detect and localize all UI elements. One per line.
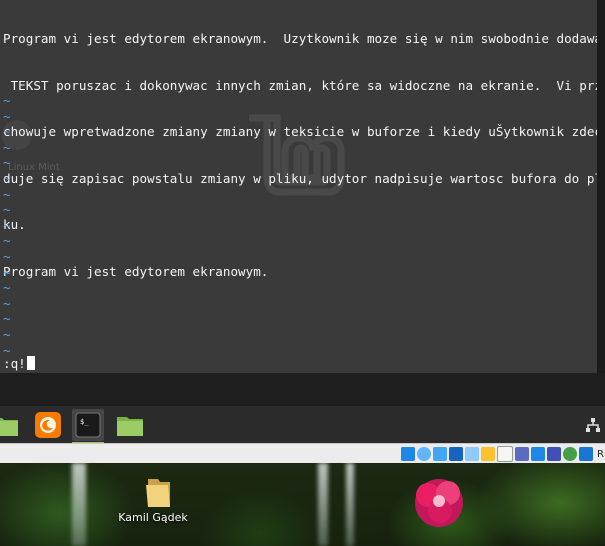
tilde-marker: ~ [3, 233, 11, 249]
usb-icon[interactable] [465, 447, 479, 461]
tilde-marker: ~ [3, 295, 11, 311]
wallpaper-waterfall [346, 463, 354, 546]
tilde-marker: ~ [3, 248, 11, 264]
terminal-icon-label: $_ [80, 418, 89, 426]
wallpaper-waterfall [72, 463, 86, 546]
text-cursor [26, 356, 35, 370]
tilde-marker: ~ [3, 202, 11, 218]
tilde-marker: ~ [3, 326, 11, 342]
taskbar-panel: $_ [0, 406, 605, 444]
down-arrow-icon[interactable] [579, 447, 593, 461]
tilde-marker: ~ [3, 93, 11, 108]
panel-terminal-button[interactable]: $_ [72, 409, 104, 444]
wallpaper-waterfall [318, 463, 328, 546]
text-line: Program vi jest edytorem ekranowym. [3, 263, 269, 279]
desktop-icon-label: Kamil Gądek [118, 511, 188, 524]
audio-icon[interactable] [433, 447, 447, 461]
tilde-marker: ~ [3, 311, 11, 327]
shared-folders-icon[interactable] [481, 447, 495, 461]
vi-text-buffer[interactable]: Program vi jest edytorem ekranowym. Uzyt… [3, 0, 597, 310]
display-icon[interactable] [497, 446, 513, 462]
tilde-marker: ~ [3, 155, 11, 171]
text-line: chowuje wpretwadzone zmiany zmiany w tek… [3, 124, 597, 139]
panel-folder-button[interactable] [0, 409, 22, 441]
tilde-marker: ~ [3, 124, 11, 140]
tilde-marker: ~ [3, 217, 11, 233]
text-line: duje się zapisac powstalu zmiany w pliku… [3, 170, 597, 186]
folder-icon [146, 479, 170, 507]
folder-icon [0, 418, 18, 436]
desktop-background-strip [0, 373, 605, 406]
desktop-wallpaper: Kamil Gądek [0, 463, 605, 546]
panel-firefox-button[interactable] [32, 409, 64, 441]
window-edge [597, 0, 605, 373]
tilde-marker: ~ [3, 264, 11, 280]
terminal-window[interactable]: Linux Mint Program vi jest edytorem ekra… [0, 0, 597, 373]
text-line: ku. [3, 217, 26, 232]
vrde-icon[interactable] [547, 447, 561, 461]
status-tray: Rig [401, 445, 605, 463]
terminal-icon: $_ [75, 412, 101, 438]
network-icon[interactable] [585, 417, 601, 433]
virtualbox-status-bar: Rig [0, 443, 605, 464]
command-text: :q! [3, 356, 26, 371]
firefox-icon [35, 412, 61, 438]
host-key-label: Rig [597, 448, 605, 460]
wallpaper-flower [415, 479, 463, 527]
green-arrow-icon[interactable] [563, 447, 577, 461]
tilde-marker: ~ [3, 108, 11, 124]
vi-command-line[interactable]: :q! [3, 356, 35, 372]
mouse-integration-icon[interactable] [531, 447, 545, 461]
hard-disk-icon[interactable] [401, 447, 415, 461]
tilde-marker: ~ [3, 170, 11, 186]
text-line: Program vi jest edytorem ekranowym. Uzyt… [3, 31, 597, 46]
folder-icon [117, 417, 143, 436]
desktop-icon-kamil[interactable]: Kamil Gądek [118, 475, 188, 524]
tilde-marker: ~ [3, 280, 11, 296]
tilde-marker: ~ [3, 139, 11, 155]
network-adapter-icon[interactable] [449, 447, 463, 461]
text-line: TEKST poruszac i dokonywac innych zmian,… [3, 77, 597, 93]
panel-files-button[interactable] [114, 409, 146, 441]
empty-line-markers: ~ ~ ~ ~ ~ ~ ~ ~ ~ ~ ~ ~ ~ ~ ~ ~ ~ [3, 93, 11, 358]
optical-disk-icon[interactable] [417, 447, 431, 461]
video-capture-icon[interactable] [515, 447, 529, 461]
tilde-marker: ~ [3, 186, 11, 202]
